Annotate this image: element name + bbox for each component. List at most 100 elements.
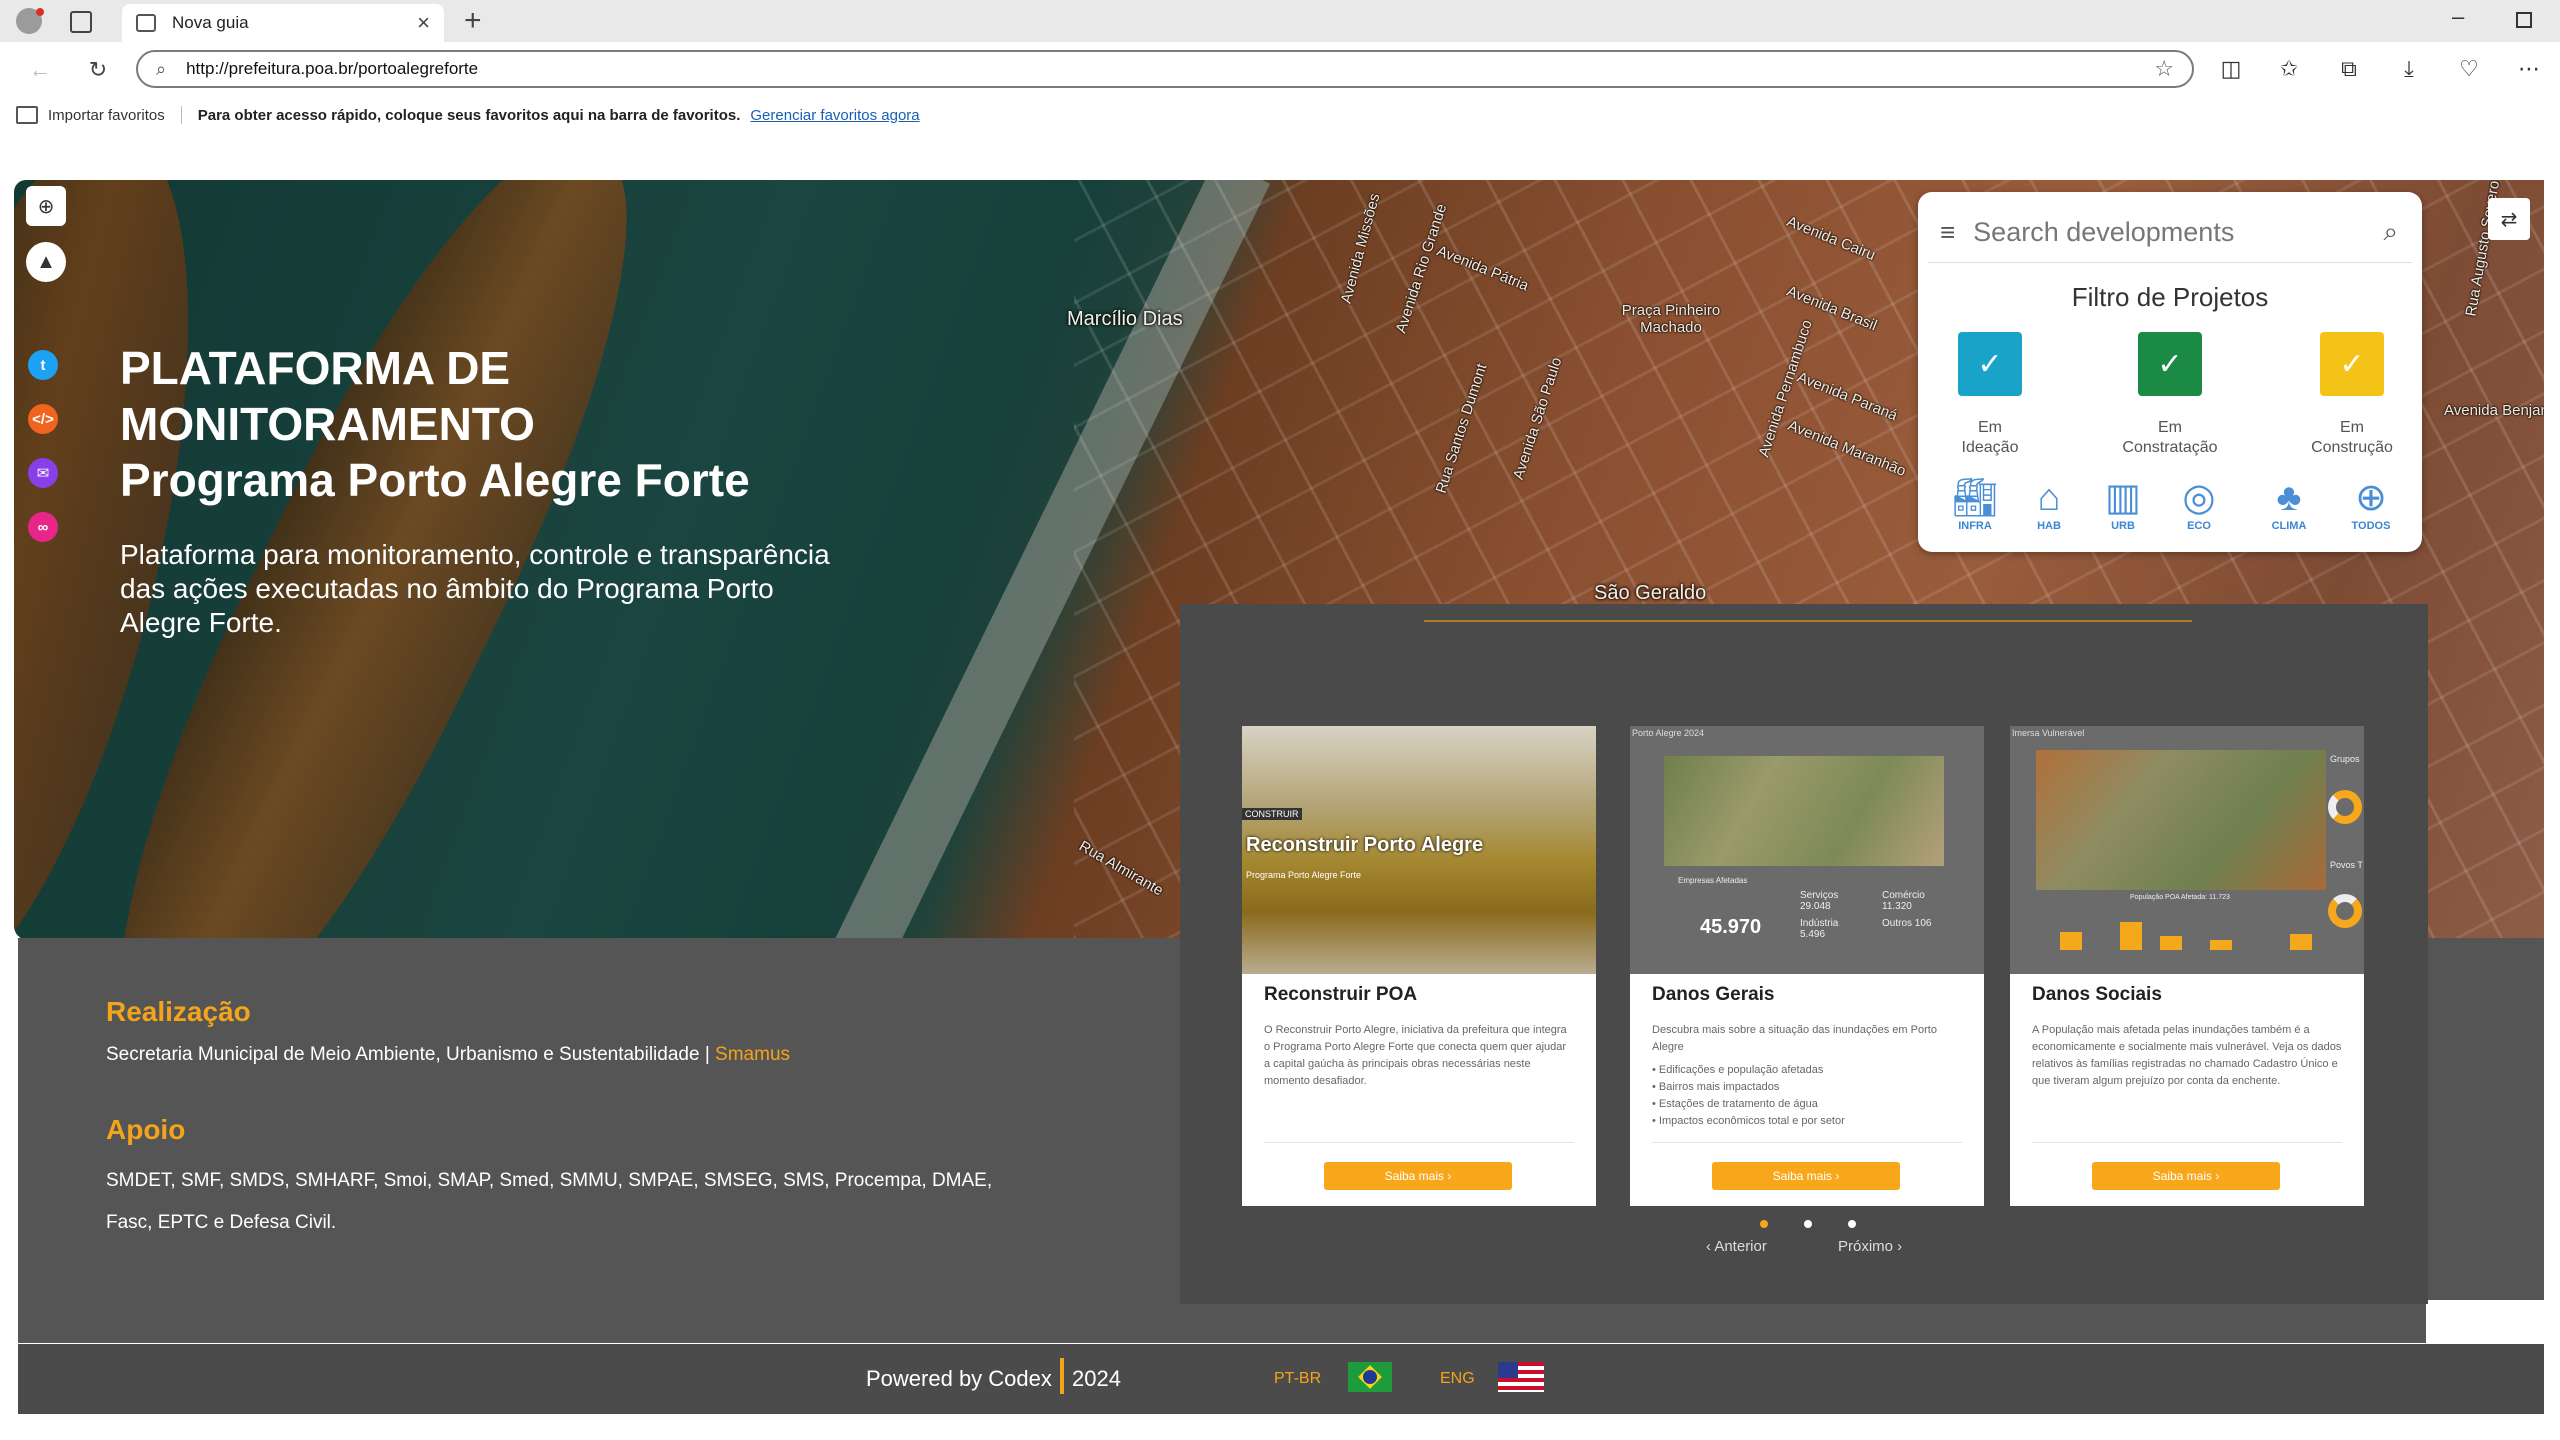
- status-label-line: Ideação: [1961, 439, 2019, 456]
- status-label-line: Em: [1978, 419, 2002, 436]
- map-label-praca: Praça Pinheiro Machado: [1621, 302, 1721, 336]
- card-title: Danos Sociais: [2032, 984, 2162, 1005]
- card-title: Danos Gerais: [1652, 984, 1775, 1005]
- twitter-share-icon[interactable]: t: [28, 350, 58, 380]
- hero-title-line: PLATAFORMA DE: [120, 342, 511, 394]
- house-icon: ⌂: [2037, 477, 2061, 519]
- browser-tab[interactable]: Nova guia ×: [122, 4, 444, 42]
- category-label: CLIMA: [2271, 520, 2307, 532]
- status-label-construcao: Em Construção: [2272, 418, 2432, 458]
- favorites-icon[interactable]: ✩: [2272, 52, 2306, 86]
- status-checkbox-contratacao[interactable]: ✓: [2138, 332, 2202, 396]
- favorites-bar-hint: Para obter acesso rápido, coloque seus f…: [197, 106, 741, 124]
- split-screen-icon[interactable]: ◫: [2214, 52, 2248, 86]
- minimize-window-button[interactable]: –: [2452, 4, 2464, 30]
- import-favorites-link[interactable]: Importar favoritos: [48, 107, 165, 124]
- category-label: INFRA: [1958, 520, 1992, 532]
- restore-window-button[interactable]: [2516, 12, 2532, 28]
- category-label: ECO: [2187, 520, 2211, 532]
- favorites-bar-divider: [180, 106, 182, 124]
- lang-ptbr-link[interactable]: PT-BR: [1274, 1370, 1321, 1388]
- browser-essentials-icon[interactable]: ♡: [2452, 52, 2486, 86]
- email-share-icon[interactable]: ✉: [28, 458, 58, 488]
- carousel-next-button[interactable]: Próximo ›: [1838, 1238, 1902, 1255]
- saiba-mais-button[interactable]: Saiba mais ›: [1712, 1162, 1900, 1190]
- card-image-stat: Serviços 29.048: [1800, 890, 1839, 912]
- saiba-mais-button[interactable]: Saiba mais ›: [1324, 1162, 1512, 1190]
- card-divider: [1652, 1142, 1962, 1143]
- new-tab-button[interactable]: +: [464, 4, 482, 38]
- status-label-line: Em: [2340, 419, 2364, 436]
- page-footer: Powered by Codex 2024 PT-BR ENG: [18, 1344, 2544, 1414]
- card-image-map: [1664, 756, 1944, 866]
- search-icon[interactable]: ⌕: [2383, 216, 2398, 248]
- manage-favorites-link[interactable]: Gerenciar favoritos agora: [750, 107, 919, 124]
- card-danos-gerais[interactable]: Porto Alegre 2024 Empresas Afetadas 45.9…: [1630, 726, 1984, 1206]
- hero-title: PLATAFORMA DE MONITORAMENTO Programa Por…: [120, 340, 1020, 508]
- coins-icon: ◎: [2182, 477, 2216, 519]
- refresh-button[interactable]: ↻: [80, 52, 116, 88]
- bar-chart-bar: [2120, 922, 2142, 950]
- status-label-line: Construção: [2311, 439, 2393, 456]
- card-danos-sociais[interactable]: Imersa Vulnerável Grupos Povos T Populaç…: [2010, 726, 2364, 1206]
- category-eco[interactable]: ◎ ECO: [2164, 476, 2234, 532]
- lang-eng-link[interactable]: ENG: [1440, 1370, 1475, 1388]
- back-button[interactable]: ←: [22, 52, 58, 88]
- card-image: Porto Alegre 2024 Empresas Afetadas 45.9…: [1630, 726, 1984, 974]
- search-input[interactable]: Search developments: [1973, 217, 2383, 248]
- card-image-subtitle: Programa Porto Alegre Forte: [1246, 870, 1362, 880]
- buildings-icon: ▥: [2105, 477, 2141, 519]
- usa-flag-icon[interactable]: [1498, 1362, 1544, 1392]
- category-infra[interactable]: 🏭︎ INFRA: [1940, 476, 2010, 532]
- filter-title: Filtro de Projetos: [2071, 282, 2269, 312]
- close-tab-icon[interactable]: ×: [417, 10, 430, 36]
- card-image-footer: População POA Afetada: 11.723: [2130, 894, 2230, 901]
- link-share-icon[interactable]: ∞: [28, 512, 58, 542]
- category-label: TODOS: [2351, 520, 2391, 532]
- card-image-total: 45.970: [1700, 916, 1762, 938]
- usa-flag-canton: [1498, 1362, 1518, 1378]
- carousel-prev-button[interactable]: ‹ Anterior: [1706, 1238, 1767, 1255]
- category-todos[interactable]: ⊕ TODOS: [2336, 476, 2406, 532]
- favorite-star-icon[interactable]: ☆: [2154, 56, 2174, 82]
- card-image-side-label: Grupos: [2330, 754, 2360, 764]
- browser-titlebar: Nova guia × + –: [0, 0, 2560, 42]
- address-bar[interactable]: ⌕ http://prefeitura.poa.br/portoalegrefo…: [136, 50, 2194, 88]
- hero-title-line: MONITORAMENTO: [120, 398, 535, 450]
- hero-title-line: Programa Porto Alegre Forte: [120, 454, 750, 506]
- card-divider: [2032, 1142, 2342, 1143]
- new-tab-page-icon: [136, 14, 156, 32]
- saiba-mais-button[interactable]: Saiba mais ›: [2092, 1162, 2280, 1190]
- downloads-icon[interactable]: ⤓: [2392, 52, 2426, 86]
- smamus-link[interactable]: Smamus: [715, 1044, 790, 1065]
- card-image-stats-label: Empresas Afetadas: [1678, 876, 1748, 885]
- card-image-title: Reconstruir Porto Alegre: [1246, 834, 1484, 856]
- category-hab[interactable]: ⌂ HAB: [2014, 476, 2084, 532]
- compass-button[interactable]: ▲: [26, 242, 66, 282]
- collections-icon[interactable]: ⧉: [2332, 52, 2366, 86]
- brazil-flag-icon[interactable]: [1348, 1362, 1392, 1392]
- embed-share-icon[interactable]: </>: [28, 404, 58, 434]
- card-image: CONSTRUIR Reconstruir Porto Alegre Progr…: [1242, 726, 1596, 974]
- apoio-line: Fasc, EPTC e Defesa Civil.: [106, 1212, 337, 1233]
- status-checkbox-construcao[interactable]: ✓: [2320, 332, 2384, 396]
- search-bar[interactable]: ≡ Search developments ⌕: [1928, 202, 2412, 263]
- locate-me-button[interactable]: ⊕: [26, 186, 66, 226]
- card-bullet: • Estações de tratamento de água: [1652, 1098, 1818, 1110]
- tab-actions-icon[interactable]: [70, 11, 92, 33]
- carousel-dot[interactable]: [1804, 1220, 1812, 1228]
- category-urb[interactable]: ▥ URB: [2088, 476, 2158, 532]
- status-label-ideacao: Em Ideação: [1910, 418, 2070, 458]
- card-image-stat: Comércio 11.320: [1882, 890, 1925, 912]
- toggle-panel-icon[interactable]: ⇄: [2488, 198, 2530, 240]
- carousel-dot[interactable]: [1848, 1220, 1856, 1228]
- card-reconstruir-poa[interactable]: CONSTRUIR Reconstruir Porto Alegre Progr…: [1242, 726, 1596, 1206]
- carousel-dot-active[interactable]: [1760, 1220, 1768, 1228]
- donut-chart-icon: [2328, 790, 2362, 824]
- bar-chart-bar: [2290, 934, 2312, 950]
- status-checkbox-ideacao[interactable]: ✓: [1958, 332, 2022, 396]
- category-clima[interactable]: ♣ CLIMA: [2254, 476, 2324, 532]
- category-label: HAB: [2037, 520, 2061, 532]
- menu-icon[interactable]: ≡: [1940, 217, 1955, 248]
- more-options-icon[interactable]: ⋯: [2512, 52, 2546, 86]
